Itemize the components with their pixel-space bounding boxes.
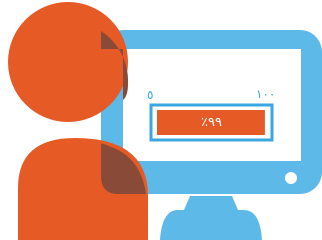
person-head [8, 2, 128, 122]
monitor-neck [184, 196, 238, 210]
progress-min-label: ٥ [147, 88, 154, 102]
progress-max-label: ١٠٠ [256, 87, 276, 101]
power-button-icon [285, 172, 297, 184]
illustration: ٥ ١٠٠ ٪٩٩ [0, 0, 322, 240]
monitor-stand [160, 210, 262, 240]
progress-value-label: ٪٩٩ [201, 115, 222, 130]
